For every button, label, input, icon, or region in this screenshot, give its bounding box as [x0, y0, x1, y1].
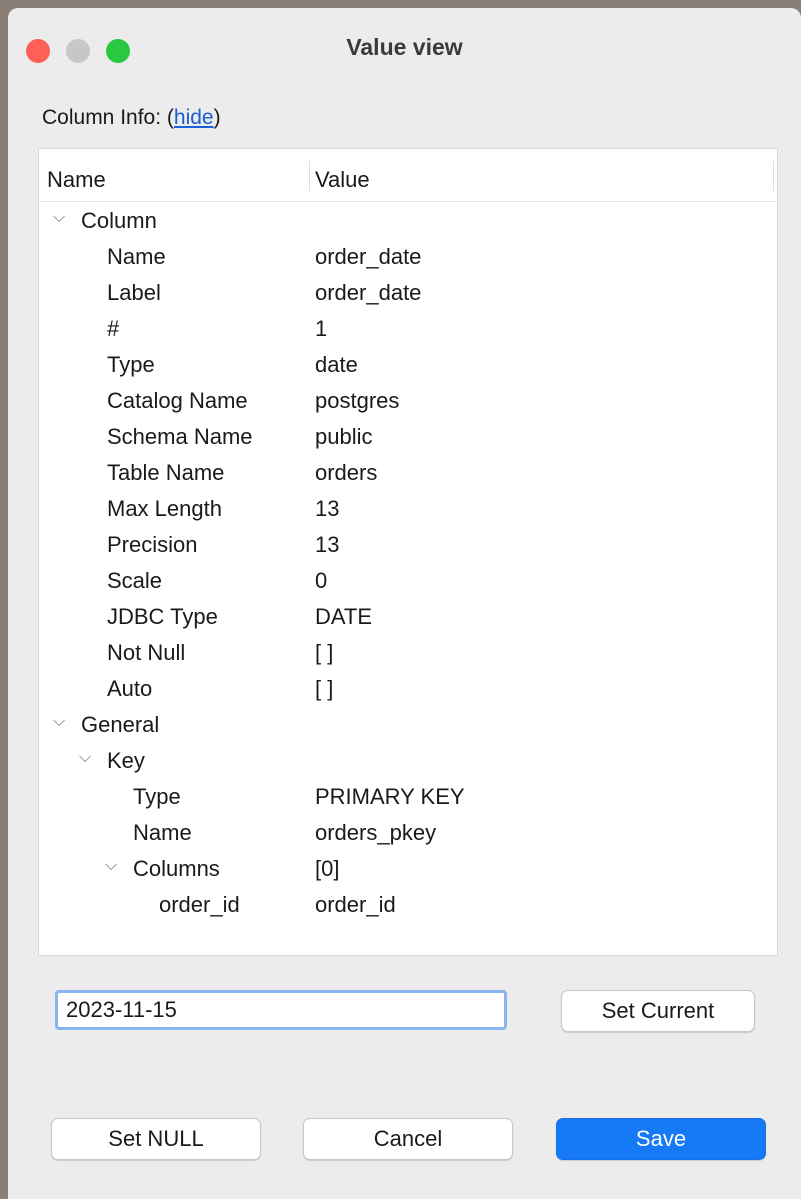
column-divider[interactable] [309, 161, 310, 191]
disclosure-chevron-icon[interactable]: ⌵ [105, 857, 117, 875]
tree-row-value: DATE [315, 604, 373, 629]
tree-row[interactable]: Catalog Name postgres [39, 385, 777, 421]
tree-row-value: 1 [315, 316, 328, 341]
tree-row[interactable]: JDBC Type DATE [39, 601, 777, 637]
value-column-header[interactable]: Value [315, 167, 370, 193]
tree-row-name: Type [133, 784, 181, 809]
tree-row[interactable]: order_id order_id [39, 889, 777, 925]
tree-row-value: order_date [315, 244, 422, 269]
tree-row-name: Column [81, 208, 157, 233]
tree-row[interactable]: Schema Name public [39, 421, 777, 457]
name-column-header[interactable]: Name [47, 167, 106, 193]
tree-row[interactable]: Scale 0 [39, 565, 777, 601]
tree-row-name: Type [107, 352, 155, 377]
disclosure-chevron-icon[interactable]: ⌵ [53, 713, 65, 731]
tree-row[interactable]: ⌵ Column [39, 205, 777, 241]
tree-row-value: [ ] [315, 676, 334, 701]
tree-row[interactable]: Type PRIMARY KEY [39, 781, 777, 817]
tree-row-name: # [107, 316, 120, 341]
column-info-label: Column Info: (hide) [42, 106, 221, 130]
tree-header: Name Value [39, 149, 777, 202]
column-info-suffix: ) [213, 106, 221, 129]
tree-row-name: Columns [133, 856, 220, 881]
tree-row[interactable]: Table Name orders [39, 457, 777, 493]
set-null-button[interactable]: Set NULL [51, 1118, 261, 1160]
tree-row[interactable]: ⌵ Key [39, 745, 777, 781]
tree-row-value: orders [315, 460, 378, 485]
tree-row-name: JDBC Type [107, 604, 218, 629]
tree-row-value: public [315, 424, 373, 449]
disclosure-chevron-icon[interactable]: ⌵ [79, 749, 91, 767]
column-divider[interactable] [773, 161, 774, 191]
column-info-text: Column Info: ( [42, 106, 174, 129]
tree-row-name: Scale [107, 568, 163, 593]
tree-row-name: Name [133, 820, 192, 845]
tree-row[interactable]: Name orders_pkey [39, 817, 777, 853]
tree-row-value: postgres [315, 388, 400, 413]
tree-row-value: 13 [315, 532, 340, 557]
tree-row-name: Precision [107, 532, 198, 557]
set-current-button[interactable]: Set Current [561, 990, 755, 1032]
tree-row[interactable]: Precision 13 [39, 529, 777, 565]
tree-row-value: orders_pkey [315, 820, 437, 845]
tree-row-name: Catalog Name [107, 388, 248, 413]
title-bar: Value view [8, 8, 801, 74]
tree-row-value: date [315, 352, 358, 377]
value-view-window: Value view Column Info: (hide) Name Valu… [8, 8, 801, 1199]
tree-row[interactable]: Name order_date [39, 241, 777, 277]
save-button[interactable]: Save [556, 1118, 766, 1160]
tree-row[interactable]: Auto [ ] [39, 673, 777, 709]
tree-row[interactable]: Not Null [ ] [39, 637, 777, 673]
tree-row[interactable]: Type date [39, 349, 777, 385]
tree-row-name: Key [107, 748, 145, 773]
tree-row-value: PRIMARY KEY [315, 784, 465, 809]
tree-row-value: [0] [315, 856, 340, 881]
window-title: Value view [346, 34, 463, 60]
tree-row-value: order_date [315, 280, 422, 305]
tree-row-name: Not Null [107, 640, 186, 665]
disclosure-chevron-icon[interactable]: ⌵ [53, 209, 65, 227]
tree-row-name: Name [107, 244, 166, 269]
tree-row[interactable]: Label order_date [39, 277, 777, 313]
tree-row-name: order_id [159, 892, 240, 917]
tree-row-value: 13 [315, 496, 340, 521]
tree-row-name: Table Name [107, 460, 225, 485]
hide-link[interactable]: hide [174, 106, 214, 129]
tree-row[interactable]: #1 [39, 313, 777, 349]
tree-row-value: 0 [315, 568, 328, 593]
tree-row[interactable]: Max Length 13 [39, 493, 777, 529]
tree-row-value: order_id [315, 892, 396, 917]
tree-row-name: General [81, 712, 160, 737]
value-input[interactable] [55, 990, 507, 1030]
tree-row-value: [ ] [315, 640, 334, 665]
tree-row[interactable]: ⌵ General [39, 709, 777, 745]
tree-row[interactable]: ⌵ Columns [0] [39, 853, 777, 889]
column-info-tree: Name Value ⌵ Column Name order_date Label ord… [38, 148, 778, 956]
tree-row-name: Max Length [107, 496, 222, 521]
tree-row-name: Auto [107, 676, 153, 701]
tree-row-name: Label [107, 280, 161, 305]
cancel-button[interactable]: Cancel [303, 1118, 513, 1160]
tree-row-name: Schema Name [107, 424, 253, 449]
